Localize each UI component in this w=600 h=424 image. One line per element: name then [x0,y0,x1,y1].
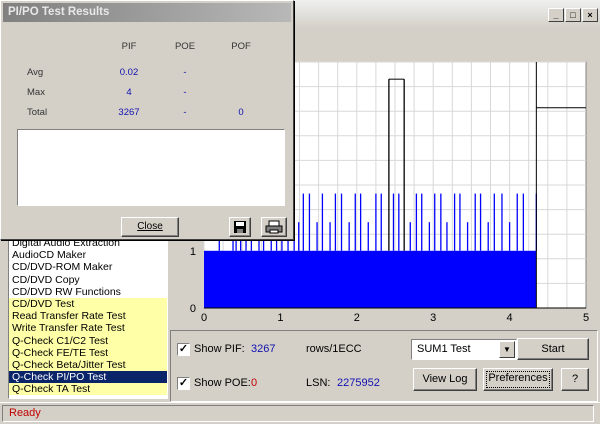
x-tick-label: 3 [430,312,436,324]
max-poe: - [183,87,187,98]
show-poe-label: Show POE: [194,377,251,389]
list-item[interactable]: CD/DVD Copy [9,274,167,286]
controls-group: ✓ Show PIF: 3267 rows/1ECC SUM1 Test ▼ S… [170,330,598,402]
function-list[interactable]: Digital Audio Extraction AudioCD Maker CD/… [8,236,168,399]
row-label-avg: Avg [27,67,44,78]
list-item[interactable]: Write Transfer Rate Test [9,322,167,335]
poe-value: 0 [251,377,258,389]
list-item[interactable]: CD/DVD-ROM Maker [9,261,167,273]
help-button[interactable]: ? [561,368,589,391]
status-bar: Ready [0,402,600,424]
chevron-down-icon[interactable]: ▼ [499,341,515,358]
save-button[interactable] [229,217,251,237]
maximize-button[interactable]: □ [565,8,581,22]
column-header-poe: POE [174,41,196,52]
max-pif: 4 [126,87,132,98]
floppy-disk-icon [234,221,246,233]
pipo-results-dialog: PI/PO Test Results PIF POE POF Avg 0.02 … [0,0,294,240]
total-poe: - [183,107,187,118]
status-text: Ready [2,405,594,422]
show-pif-label: Show PIF: [194,343,245,355]
test-type-value: SUM1 Test [417,343,471,355]
preferences-button[interactable]: Preferences [483,368,553,391]
view-log-button[interactable]: View Log [413,368,477,391]
list-item[interactable]: Q-Check FE/TE Test [9,346,167,359]
pif-baseline-bar [204,250,537,308]
list-item[interactable]: Q-Check Beta/Jitter Test [9,358,167,372]
list-item[interactable]: Q-Check PI/PO Test [9,371,167,384]
minimize-button[interactable]: _ [548,8,564,22]
row-label-total: Total [27,107,48,118]
x-tick-label: 0 [201,312,207,324]
y-tick-label: 1 [190,246,196,258]
row-label-max: Max [27,87,45,98]
rows-label: rows/1ECC [306,343,362,355]
close-window-button[interactable]: × [582,8,598,22]
start-button-label: Start [541,343,565,355]
preferences-label: Preferences [488,372,548,384]
list-item[interactable]: Q-Check C1/C2 Test [9,334,167,347]
list-item[interactable]: AudioCD Maker [9,249,167,261]
help-label: ? [571,373,579,385]
avg-pif: 0.02 [119,67,139,78]
test-type-select[interactable]: SUM1 Test ▼ [411,339,517,360]
list-item[interactable]: CD/DVD RW Functions [9,286,167,298]
list-item[interactable]: Q-Check TA Test [9,383,167,396]
y-tick-label: 0 [190,303,196,315]
lsn-label: LSN: [306,377,331,389]
pif-value: 3267 [251,343,276,355]
x-tick-label: 5 [583,312,589,324]
avg-poe: - [183,67,187,78]
show-pif-checkbox[interactable]: ✓ [177,343,190,356]
printer-icon [265,220,283,234]
x-tick-label: 2 [354,312,360,324]
column-header-pof: POF [231,41,251,52]
close-dialog-button[interactable]: Close [121,217,179,237]
column-header-pif: PIF [121,41,137,52]
view-log-label: View Log [422,373,468,385]
list-item[interactable]: CD/DVD Test [9,297,167,311]
close-dialog-label: Close [137,221,163,232]
total-pof: 0 [238,107,244,118]
x-tick-label: 4 [507,312,513,324]
dialog-title: PI/PO Test Results [3,3,291,22]
show-poe-checkbox[interactable]: ✓ [177,377,190,390]
results-log-box[interactable] [17,129,285,206]
total-pif: 3267 [118,107,140,118]
lsn-value: 2275952 [337,377,380,389]
print-button[interactable] [261,217,287,237]
start-button[interactable]: Start [517,338,589,360]
x-tick-label: 1 [277,312,283,324]
list-item[interactable]: Read Transfer Rate Test [9,310,167,323]
